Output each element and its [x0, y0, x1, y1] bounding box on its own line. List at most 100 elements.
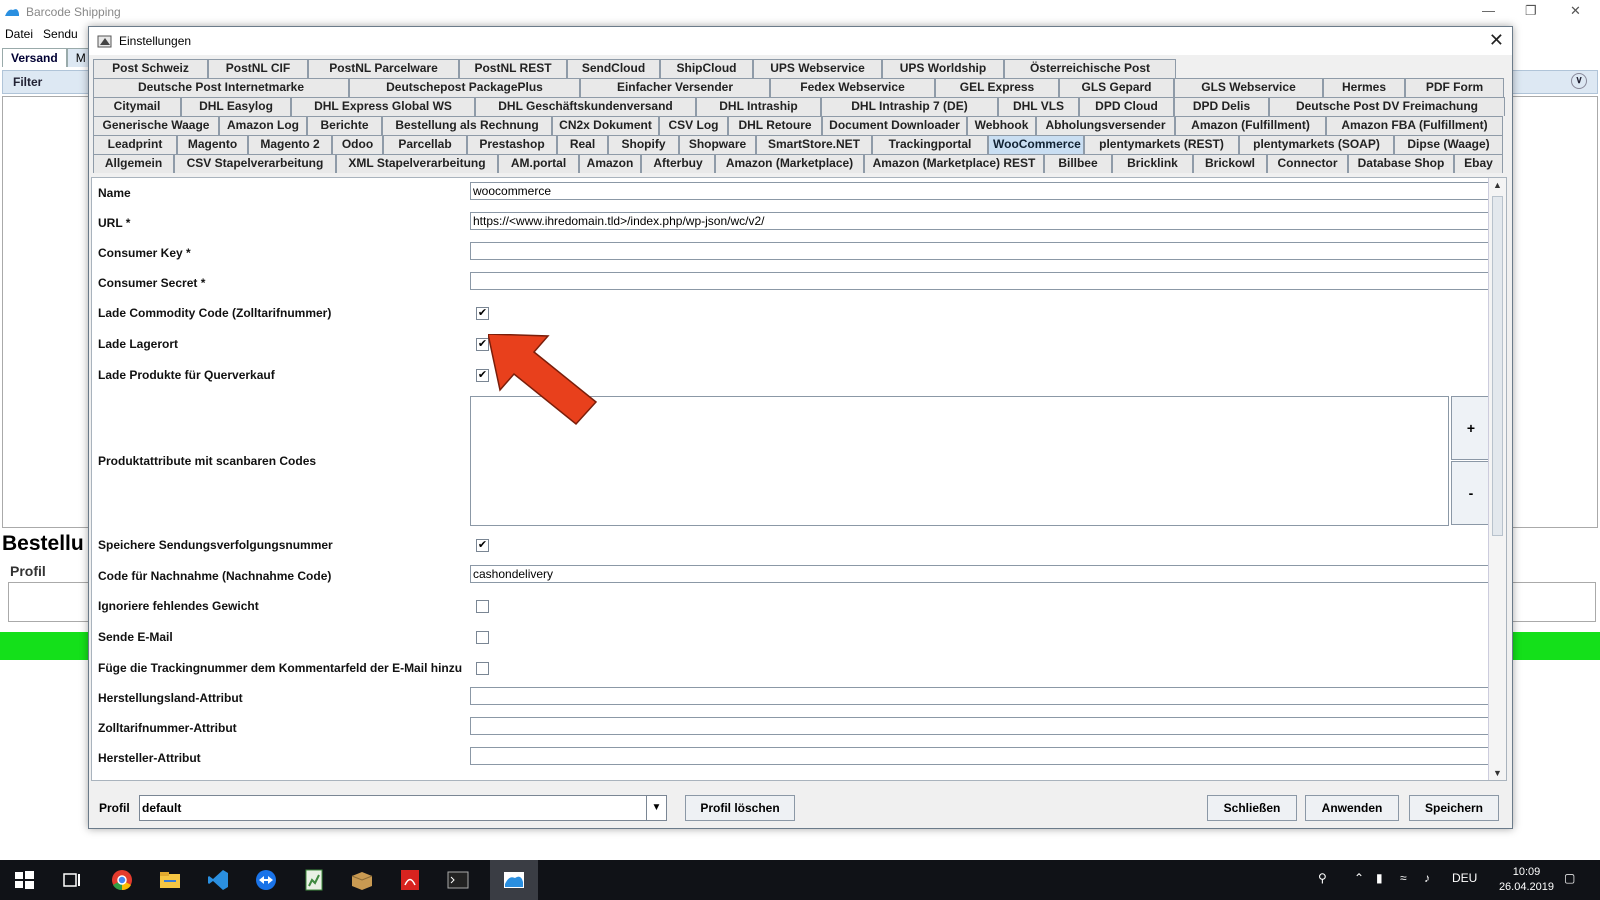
windows-start-icon[interactable] — [12, 868, 36, 892]
tab-parcellab[interactable]: Parcellab — [383, 135, 467, 154]
tab-citymail[interactable]: Citymail — [93, 97, 181, 116]
zolltarif-field[interactable] — [470, 717, 1488, 735]
tab-postnl-parcelware[interactable]: PostNL Parcelware — [308, 59, 459, 78]
tab-berichte[interactable]: Berichte — [307, 116, 382, 135]
tab-plentymarkets-rest[interactable]: plentymarkets (REST) — [1084, 135, 1239, 154]
restore-icon[interactable]: ❐ — [1525, 3, 1537, 19]
pdf-reader-icon[interactable] — [398, 868, 422, 892]
tab-connector[interactable]: Connector — [1267, 154, 1348, 173]
tab-dhl-retoure[interactable]: DHL Retoure — [728, 116, 822, 135]
wifi-icon[interactable]: ≈ — [1400, 871, 1407, 885]
profil-select[interactable]: default ▼ — [139, 795, 667, 821]
terminal-icon[interactable] — [446, 868, 470, 892]
url-field[interactable]: https://<www.ihredomain.tld>/index.php/w… — [470, 212, 1488, 230]
hersteller-field[interactable] — [470, 747, 1488, 765]
delete-profile-button[interactable]: Profil löschen — [685, 795, 795, 821]
tab-dhl-geschäftskundenversand[interactable]: DHL Geschäftskundenversand — [475, 97, 696, 116]
tab-csv-stapelverarbeitung[interactable]: CSV Stapelverarbeitung — [174, 154, 336, 173]
herstellungsland-field[interactable] — [470, 687, 1488, 705]
tab-amazon-marketplace[interactable]: Amazon (Marketplace) — [715, 154, 864, 173]
tab-gls-gepard[interactable]: GLS Gepard — [1059, 78, 1174, 97]
tab-webhook[interactable]: Webhook — [967, 116, 1036, 135]
tray-chevron-up-icon[interactable]: ⌃ — [1354, 871, 1364, 885]
task-view-icon[interactable] — [60, 868, 84, 892]
tab-database-shop[interactable]: Database Shop — [1348, 154, 1454, 173]
tab-abholungsversender[interactable]: Abholungsversender — [1036, 116, 1175, 135]
tab-deutsche-post-internetmarke[interactable]: Deutsche Post Internetmarke — [93, 78, 349, 97]
tab-österreichische-post[interactable]: Österreichische Post — [1004, 59, 1176, 78]
tab-magento-2[interactable]: Magento 2 — [248, 135, 332, 154]
tab-allgemein[interactable]: Allgemein — [93, 154, 174, 173]
notifications-icon[interactable]: ▢ — [1564, 871, 1575, 885]
volume-muted-icon[interactable]: ♪ — [1424, 871, 1430, 885]
chevron-down-icon[interactable]: ∨ — [1571, 73, 1587, 89]
tab-magento[interactable]: Magento — [177, 135, 248, 154]
tab-ups-webservice[interactable]: UPS Webservice — [753, 59, 882, 78]
tab-smartstore-net[interactable]: SmartStore.NET — [756, 135, 872, 154]
menu-sendungen[interactable]: Sendu — [38, 27, 83, 41]
tab-dhl-express-global-ws[interactable]: DHL Express Global WS — [291, 97, 475, 116]
tab-postnl-cif[interactable]: PostNL CIF — [208, 59, 308, 78]
tab-leadprint[interactable]: Leadprint — [93, 135, 177, 154]
tab-postnl-rest[interactable]: PostNL REST — [459, 59, 567, 78]
tab-dhl-intraship[interactable]: DHL Intraship — [696, 97, 821, 116]
language-indicator[interactable]: DEU — [1452, 871, 1477, 885]
remove-attribute-button[interactable]: - — [1451, 461, 1488, 525]
email-checkbox[interactable] — [476, 631, 489, 644]
consumer-secret-field[interactable] — [470, 272, 1488, 290]
tab-generische-waage[interactable]: Generische Waage — [93, 116, 219, 135]
dropdown-arrow-icon[interactable]: ▼ — [646, 796, 666, 820]
file-explorer-icon[interactable] — [158, 868, 182, 892]
apply-button[interactable]: Anwenden — [1305, 795, 1399, 821]
scroll-down-icon[interactable]: ▼ — [1493, 768, 1502, 778]
tab-hermes[interactable]: Hermes — [1323, 78, 1405, 97]
clock[interactable]: 10:09 26.04.2019 — [1499, 865, 1554, 895]
tab-deutschepost-packageplus[interactable]: Deutschepost PackagePlus — [349, 78, 580, 97]
tracking-checkbox[interactable]: ✔ — [476, 539, 489, 552]
tab-sendcloud[interactable]: SendCloud — [567, 59, 660, 78]
attribute-list[interactable] — [470, 396, 1449, 526]
tab-dhl-easylog[interactable]: DHL Easylog — [181, 97, 291, 116]
tab-billbee[interactable]: Billbee — [1044, 154, 1112, 173]
tab-odoo[interactable]: Odoo — [332, 135, 383, 154]
teamviewer-icon[interactable] — [254, 868, 278, 892]
tab-real[interactable]: Real — [557, 135, 608, 154]
tab-gel-express[interactable]: GEL Express — [935, 78, 1059, 97]
tab-trackingportal[interactable]: Trackingportal — [872, 135, 988, 154]
tab-einfacher-versender[interactable]: Einfacher Versender — [580, 78, 770, 97]
tab-cn2x-dokument[interactable]: CN2x Dokument — [552, 116, 659, 135]
gewicht-checkbox[interactable] — [476, 600, 489, 613]
tab-shopify[interactable]: Shopify — [608, 135, 679, 154]
name-field[interactable]: woocommerce — [470, 182, 1488, 200]
barcode-shipping-icon[interactable] — [502, 868, 526, 892]
tab-gls-webservice[interactable]: GLS Webservice — [1174, 78, 1323, 97]
tab-shipcloud[interactable]: ShipCloud — [660, 59, 753, 78]
tab-afterbuy[interactable]: Afterbuy — [641, 154, 715, 173]
tab-dpd-delis[interactable]: DPD Delis — [1174, 97, 1269, 116]
tab-xml-stapelverarbeitung[interactable]: XML Stapelverarbeitung — [336, 154, 498, 173]
tab-fedex-webservice[interactable]: Fedex Webservice — [770, 78, 935, 97]
minimize-icon[interactable]: — — [1482, 3, 1495, 18]
tab-ebay[interactable]: Ebay — [1454, 154, 1503, 173]
tab-plentymarkets-soap[interactable]: plentymarkets (SOAP) — [1239, 135, 1394, 154]
scroll-thumb[interactable] — [1492, 196, 1503, 536]
tab-amazon-fba-fulfillment[interactable]: Amazon FBA (Fulfillment) — [1326, 116, 1503, 135]
tab-woocommerce[interactable]: WooCommerce — [988, 135, 1084, 154]
tab-bestellung-als-rechnung[interactable]: Bestellung als Rechnung — [382, 116, 552, 135]
menu-datei[interactable]: Datei — [0, 27, 38, 41]
app-close-icon[interactable]: ✕ — [1570, 3, 1581, 19]
tab-amazon-marketplace-rest[interactable]: Amazon (Marketplace) REST — [864, 154, 1044, 173]
battery-icon[interactable]: ▮ — [1376, 871, 1383, 885]
tab-ups-worldship[interactable]: UPS Worldship — [882, 59, 1004, 78]
tab-dhl-intraship-7-de[interactable]: DHL Intraship 7 (DE) — [821, 97, 998, 116]
tab-am-portal[interactable]: AM.portal — [498, 154, 579, 173]
add-attribute-button[interactable]: + — [1451, 396, 1488, 460]
tab-dipse-waage[interactable]: Dipse (Waage) — [1394, 135, 1503, 154]
tab-document-downloader[interactable]: Document Downloader — [822, 116, 967, 135]
tab-amazon-fulfillment[interactable]: Amazon (Fulfillment) — [1175, 116, 1326, 135]
tab-pdf-form[interactable]: PDF Form — [1405, 78, 1504, 97]
tab-bricklink[interactable]: Bricklink — [1112, 154, 1193, 173]
tab-deutsche-post-dv-freimachung[interactable]: Deutsche Post DV Freimachung — [1269, 97, 1505, 116]
tab-shopware[interactable]: Shopware — [679, 135, 756, 154]
tab-dpd-cloud[interactable]: DPD Cloud — [1079, 97, 1174, 116]
